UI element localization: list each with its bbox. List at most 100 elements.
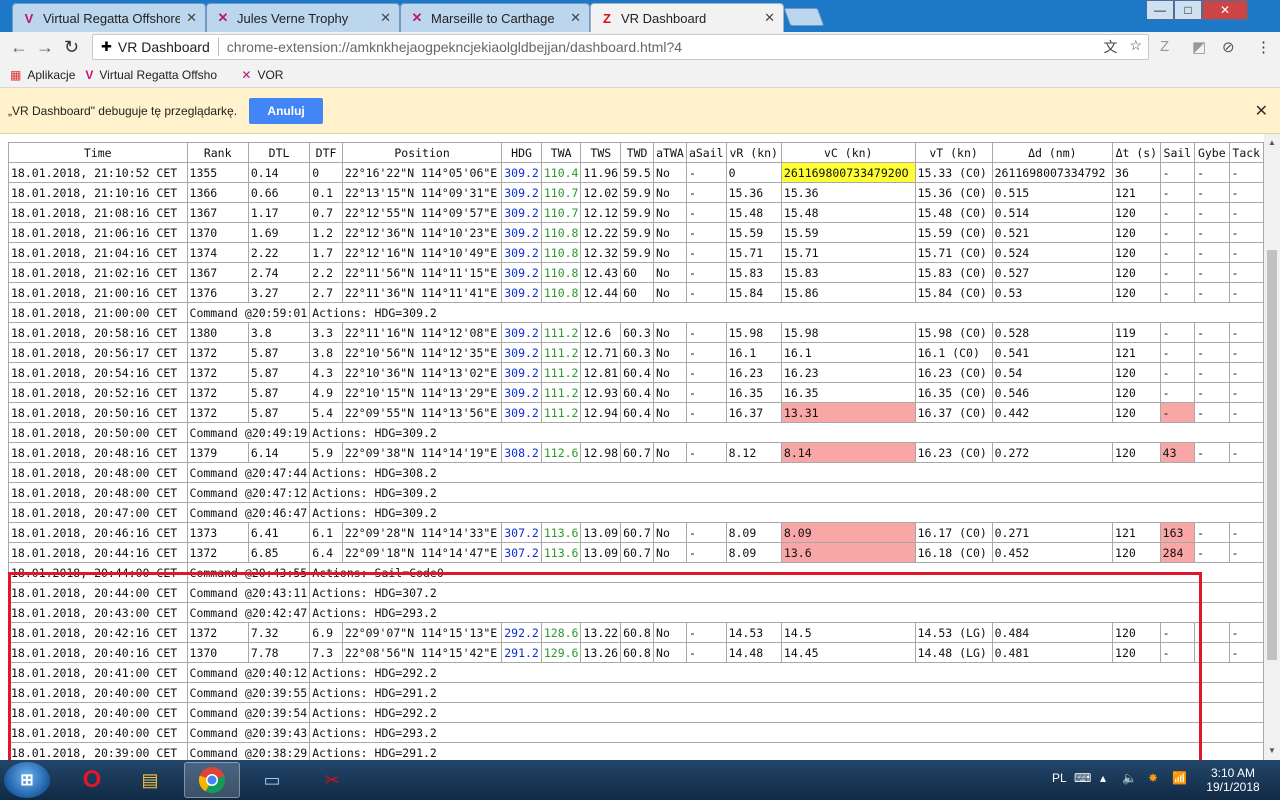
cell-pos: 22°12'36"N 114°10'23"E: [341, 222, 503, 243]
vr-logo-icon: V: [24, 10, 34, 26]
back-icon[interactable]: ←: [10, 37, 28, 58]
table-row: 18.01.2018, 20:56:17 CET 1372 5.87 3.8 22°10…: [8, 342, 1264, 363]
cell-vr: 15.83: [725, 262, 782, 283]
translate-icon[interactable]: 文: [1103, 37, 1117, 57]
forward-icon[interactable]: →: [36, 37, 54, 58]
tab-vr-dashboard[interactable]: Z VR Dashboard ✕: [590, 3, 784, 32]
menu-icon[interactable]: ⋮: [1256, 38, 1271, 56]
restore-button[interactable]: □: [1174, 0, 1202, 20]
cell-dt: 120: [1112, 622, 1161, 643]
table-row: 18.01.2018, 21:04:16 CET 1374 2.22 1.7 22°12…: [8, 242, 1264, 263]
cell-twa: 110.8: [540, 222, 582, 243]
tab-jules-verne[interactable]: ✕ Jules Verne Trophy ✕: [206, 3, 400, 32]
tab-marseille[interactable]: ✕ Marseille to Carthage ✕: [400, 3, 590, 32]
cell-actions: Actions: HDG=309.2: [309, 422, 1264, 443]
bookmarks-bar: ▦ Aplikacje V Virtual Regatta Offsho ✕ V…: [0, 62, 1280, 88]
cell-vc: 15.98: [780, 322, 916, 343]
cell-dtl: 5.87: [247, 402, 311, 423]
cell-dtf: 2.2: [309, 262, 343, 283]
dashboard-table: Time Rank DTL DTF Position HDG TWA TWS TWD aTWA aS…: [8, 142, 1264, 760]
language-indicator[interactable]: PL: [1052, 771, 1067, 785]
column-header: Time: [8, 142, 188, 163]
cancel-button[interactable]: Anuluj: [249, 97, 324, 124]
z-extension-icon[interactable]: Z: [1160, 38, 1169, 55]
cell-vc: 16.23: [780, 362, 916, 383]
taskbar-clock[interactable]: 3:10 AM 19/1/2018: [1196, 766, 1270, 794]
vor-logo-icon: ✕: [411, 10, 423, 25]
cell-asail: -: [685, 262, 727, 283]
cell-vc: 13.31: [780, 402, 916, 423]
table-row: 18.01.2018, 20:40:16 CET 1370 7.78 7.3 22°08…: [8, 642, 1264, 663]
cell-gybe: -: [1194, 282, 1230, 303]
address-bar[interactable]: ✚ VR Dashboard chrome-extension://amknkh…: [92, 34, 1149, 60]
minimize-button[interactable]: —: [1146, 0, 1174, 20]
cell-vr: 16.1: [725, 342, 782, 363]
cell-twd: 59.9: [620, 182, 655, 203]
file-explorer-icon[interactable]: ▤: [122, 762, 178, 798]
window-close-button[interactable]: ✕: [1202, 0, 1248, 20]
cell-actions: Actions: HDG=309.2: [309, 302, 1264, 323]
cell-vt: 15.59 (C0): [914, 222, 993, 243]
cell-pos: 22°10'56"N 114°12'35"E: [341, 342, 503, 363]
cell-twa: 113.6: [540, 542, 582, 563]
cell-pos: 22°09'55"N 114°13'56"E: [341, 402, 503, 423]
cell-rank: 1370: [186, 642, 249, 663]
column-header: Rank: [186, 142, 249, 163]
bookmark-vor[interactable]: ✕ VOR: [241, 68, 283, 82]
close-icon[interactable]: ✕: [1255, 101, 1268, 121]
tray-expand-icon[interactable]: ▴: [1100, 771, 1106, 785]
close-icon[interactable]: ✕: [570, 10, 581, 26]
new-tab-button[interactable]: [783, 8, 825, 26]
cell-dtf: 5.9: [309, 442, 343, 463]
toolbar-extension-icon[interactable]: ⊘: [1222, 38, 1235, 56]
cell-gybe: -: [1194, 622, 1230, 643]
scrollbar-thumb[interactable]: [1267, 250, 1277, 660]
column-header: Δd (nm): [991, 142, 1114, 163]
cell-vr: 15.98: [725, 322, 782, 343]
cell-atwa: No: [653, 222, 687, 243]
speaker-icon[interactable]: 🔈: [1122, 771, 1137, 785]
cell-tws: 13.22: [580, 622, 622, 643]
table-row: 18.01.2018, 20:50:16 CET 1372 5.87 5.4 22°09…: [8, 402, 1264, 423]
cell-atwa: No: [653, 322, 687, 343]
scroll-down-icon[interactable]: ▼: [1268, 746, 1276, 755]
cell-time: 18.01.2018, 20:40:16 CET: [8, 642, 188, 663]
cell-dtl: 7.32: [247, 622, 311, 643]
tab-virtual-regatta[interactable]: V Virtual Regatta Offshore ✕: [12, 3, 206, 32]
column-header: Sail: [1159, 142, 1196, 163]
cell-tws: 12.02: [580, 182, 622, 203]
chrome-icon[interactable]: [184, 762, 240, 798]
close-icon[interactable]: ✕: [764, 10, 775, 26]
remote-desktop-icon[interactable]: ▭: [244, 762, 300, 798]
vertical-scrollbar[interactable]: ▲ ▼: [1264, 134, 1280, 760]
cell-rank: 1379: [186, 442, 249, 463]
bookmark-apps[interactable]: ▦ Aplikacje: [10, 68, 75, 82]
scroll-up-icon[interactable]: ▲: [1268, 138, 1276, 147]
cell-rank: 1373: [186, 522, 249, 543]
bookmark-star-icon[interactable]: ☆: [1129, 37, 1142, 57]
bookmark-virtual-regatta[interactable]: V Virtual Regatta Offsho: [85, 68, 231, 82]
cell-dtf: 6.4: [309, 542, 343, 563]
cell-dd: 0.541: [991, 342, 1114, 363]
snipping-tool-icon[interactable]: ✂: [304, 762, 360, 798]
cell-dt: 121: [1112, 522, 1161, 543]
cell-hdg: 309.2: [501, 242, 542, 263]
table-row: 18.01.2018, 20:42:16 CET 1372 7.32 6.9 22°09…: [8, 622, 1264, 643]
table-header-row: Time Rank DTL DTF Position HDG TWA TWS TWD aTWA aS…: [8, 142, 1264, 163]
cell-time: 18.01.2018, 20:48:00 CET: [8, 482, 188, 503]
cell-actions: Actions: HDG=309.2: [309, 502, 1264, 523]
cell-dd: 0.271: [991, 522, 1114, 543]
cell-dd: 0.53: [991, 282, 1114, 303]
close-icon[interactable]: ✕: [380, 10, 391, 26]
cell-twd: 60.3: [620, 322, 655, 343]
opera-icon[interactable]: O: [64, 762, 120, 798]
reload-icon[interactable]: ↻: [64, 37, 79, 58]
close-icon[interactable]: ✕: [186, 10, 197, 26]
extension-icon[interactable]: ◩: [1192, 38, 1206, 56]
avast-icon[interactable]: ✸: [1148, 771, 1158, 785]
network-icon[interactable]: 📶: [1172, 771, 1187, 785]
keyboard-icon[interactable]: ⌨: [1074, 771, 1091, 785]
cell-gybe: -: [1194, 242, 1230, 263]
cell-tack: -: [1228, 362, 1264, 383]
start-button[interactable]: ⊞: [4, 762, 50, 798]
